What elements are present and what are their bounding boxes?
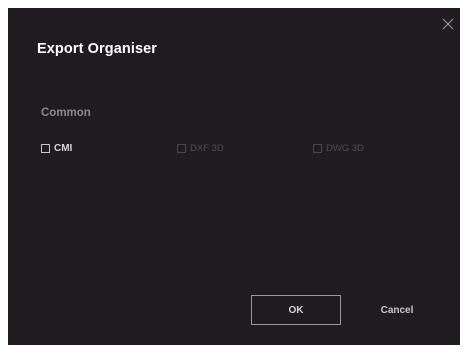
checkbox-box[interactable]: [41, 143, 50, 153]
checkbox-dwg-3d: DWG 3D: [313, 141, 364, 155]
ok-button[interactable]: OK: [251, 295, 341, 325]
checkbox-label-cmi: CMI: [54, 142, 73, 154]
dialog-title: Export Organiser: [37, 41, 158, 57]
checkbox-box: [313, 143, 322, 153]
close-button[interactable]: [439, 15, 457, 33]
close-icon: [442, 18, 454, 30]
checkbox-label-dwg-3d: DWG 3D: [326, 142, 364, 154]
cancel-button[interactable]: Cancel: [357, 295, 437, 325]
section-label-common: Common: [41, 107, 91, 119]
checkbox-box: [177, 143, 186, 153]
export-organiser-dialog: Export Organiser Common CMI DXF 3D DWG 3…: [8, 8, 460, 345]
checkbox-cmi[interactable]: CMI: [41, 141, 72, 155]
checkbox-label-dxf-3d: DXF 3D: [190, 142, 224, 154]
checkbox-dxf-3d: DXF 3D: [177, 141, 224, 155]
